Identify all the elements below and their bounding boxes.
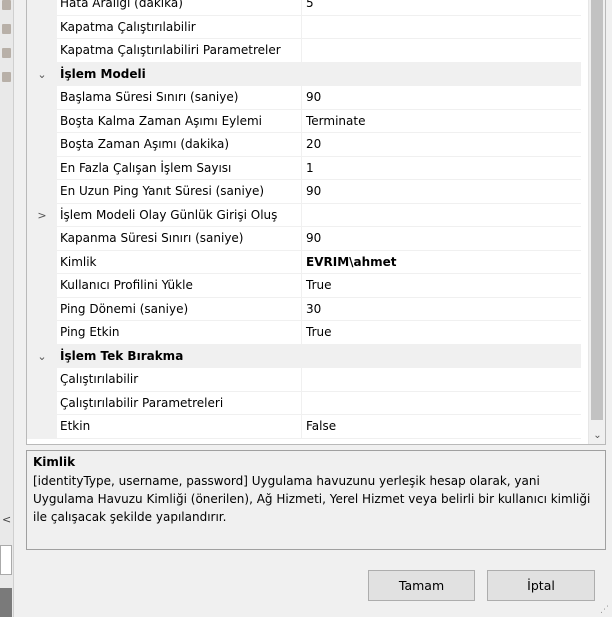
property-row[interactable]: Başlama Süresi Sınırı (saniye) 90	[27, 86, 581, 110]
category-row[interactable]: ⌄ İşlem Modeli	[27, 62, 581, 87]
property-name: En Uzun Ping Yanıt Süresi (saniye)	[57, 180, 302, 204]
property-value[interactable]: 5	[302, 0, 581, 16]
row-gutter	[27, 0, 57, 16]
property-name: Boşta Zaman Aşımı (dakika)	[57, 133, 302, 157]
row-gutter	[27, 415, 57, 439]
category-label: İşlem Modeli	[60, 67, 146, 82]
property-name: Ping Etkin	[57, 321, 302, 345]
property-row[interactable]: Boşta Zaman Aşımı (dakika) 20	[27, 133, 581, 157]
row-gutter	[27, 39, 57, 63]
property-row[interactable]: Çalıştırılabilir Parametreleri	[27, 391, 581, 415]
expand-icon[interactable]: >	[27, 203, 57, 227]
property-value[interactable]	[302, 392, 581, 415]
cancel-button[interactable]: İptal	[487, 570, 595, 601]
background-icon	[2, 0, 11, 10]
property-row[interactable]: Hata Aralığı (dakika) 5	[27, 0, 581, 16]
property-row[interactable]: Çalıştırılabilir	[27, 368, 581, 392]
property-row[interactable]: Kapatma Çalıştırılabilir	[27, 15, 581, 39]
row-gutter	[27, 156, 57, 180]
row-gutter	[27, 227, 57, 251]
scroll-down-icon[interactable]: ⌄	[592, 429, 603, 443]
resize-grip-icon[interactable]: ⋰	[600, 605, 610, 615]
row-gutter	[27, 274, 57, 298]
property-value[interactable]: EVRIM\ahmet	[302, 251, 581, 274]
row-gutter	[27, 15, 57, 39]
property-row[interactable]: Kullanıcı Profilini Yükle True	[27, 274, 581, 298]
row-gutter	[27, 109, 57, 133]
property-name: Kapatma Çalıştırılabilir	[57, 15, 302, 39]
property-row[interactable]: Ping Etkin True	[27, 321, 581, 345]
row-gutter	[27, 391, 57, 415]
category-label: İşlem Tek Bırakma	[60, 349, 184, 364]
row-gutter	[27, 180, 57, 204]
property-row[interactable]: En Uzun Ping Yanıt Süresi (saniye) 90	[27, 180, 581, 204]
property-value[interactable]: 90	[302, 86, 581, 110]
property-value[interactable]	[302, 39, 581, 63]
property-value[interactable]: 20	[302, 133, 581, 157]
property-row[interactable]: En Fazla Çalışan İşlem Sayısı 1	[27, 156, 581, 180]
property-name: Hata Aralığı (dakika)	[57, 0, 302, 16]
property-name: Ping Dönemi (saniye)	[57, 297, 302, 321]
property-value[interactable]	[302, 204, 581, 227]
background-panel	[0, 545, 12, 575]
background-icon	[2, 72, 11, 82]
property-name: Kimlik	[57, 250, 302, 274]
property-name: Başlama Süresi Sınırı (saniye)	[57, 86, 302, 110]
collapse-icon[interactable]: ⌄	[27, 344, 57, 368]
description-text: [identityType, username, password] Uygul…	[33, 474, 591, 524]
property-row[interactable]: Kimlik EVRIM\ahmet	[27, 250, 581, 274]
collapse-icon[interactable]: ⌄	[27, 62, 57, 86]
property-value[interactable]: Terminate	[302, 110, 581, 133]
description-panel: Kimlik [identityType, username, password…	[26, 450, 606, 550]
property-value	[183, 345, 581, 369]
property-name: Etkin	[57, 415, 302, 439]
property-name: Çalıştırılabilir Parametreleri	[57, 391, 302, 415]
property-row[interactable]: Kapatma Çalıştırılabiliri Parametreler	[27, 39, 581, 63]
property-value[interactable]: 30	[302, 298, 581, 321]
background-panel	[0, 588, 12, 617]
property-row[interactable]: Boşta Kalma Zaman Aşımı Eylemi Terminate	[27, 109, 581, 133]
background-icon	[2, 24, 11, 34]
property-row[interactable]: > İşlem Modeli Olay Günlük Girişi Oluş	[27, 203, 581, 227]
property-value[interactable]: 1	[302, 157, 581, 180]
property-value[interactable]	[302, 16, 581, 39]
background-icon	[2, 48, 11, 58]
property-value[interactable]	[302, 368, 581, 392]
description-title: Kimlik	[33, 455, 76, 469]
property-value[interactable]: True	[302, 321, 581, 345]
scrollbar-thumb[interactable]	[591, 0, 603, 420]
property-value[interactable]: False	[302, 415, 581, 439]
row-gutter	[27, 368, 57, 392]
property-name: Kapanma Süresi Sınırı (saniye)	[57, 227, 302, 251]
property-value	[146, 63, 581, 87]
property-name: İşlem Modeli Olay Günlük Girişi Oluş	[57, 203, 302, 227]
property-row[interactable]: Ping Dönemi (saniye) 30	[27, 297, 581, 321]
property-row[interactable]: Kapanma Süresi Sınırı (saniye) 90	[27, 227, 581, 251]
property-value[interactable]: 90	[302, 180, 581, 204]
row-gutter	[27, 321, 57, 345]
scroll-left-icon[interactable]: <	[2, 513, 11, 526]
property-value[interactable]: True	[302, 274, 581, 298]
property-grid[interactable]: Etkin False Çalıştırılabilir Parametreleri…	[26, 0, 606, 445]
category-row[interactable]: ⌄ İşlem Tek Bırakma	[27, 344, 581, 369]
row-gutter	[27, 250, 57, 274]
row-gutter	[27, 86, 57, 110]
property-name: Kapatma Çalıştırılabiliri Parametreler	[57, 39, 302, 63]
property-value[interactable]: 90	[302, 227, 581, 251]
property-row[interactable]: Etkin False	[27, 415, 581, 439]
row-gutter	[27, 297, 57, 321]
property-name: Kullanıcı Profilini Yükle	[57, 274, 302, 298]
vertical-scrollbar[interactable]: ⌄	[588, 0, 605, 444]
row-gutter	[27, 133, 57, 157]
property-name: Çalıştırılabilir	[57, 368, 302, 392]
background-window-edge: <	[0, 0, 14, 617]
property-name: En Fazla Çalışan İşlem Sayısı	[57, 156, 302, 180]
ok-button[interactable]: Tamam	[368, 570, 475, 601]
property-name: Boşta Kalma Zaman Aşımı Eylemi	[57, 109, 302, 133]
